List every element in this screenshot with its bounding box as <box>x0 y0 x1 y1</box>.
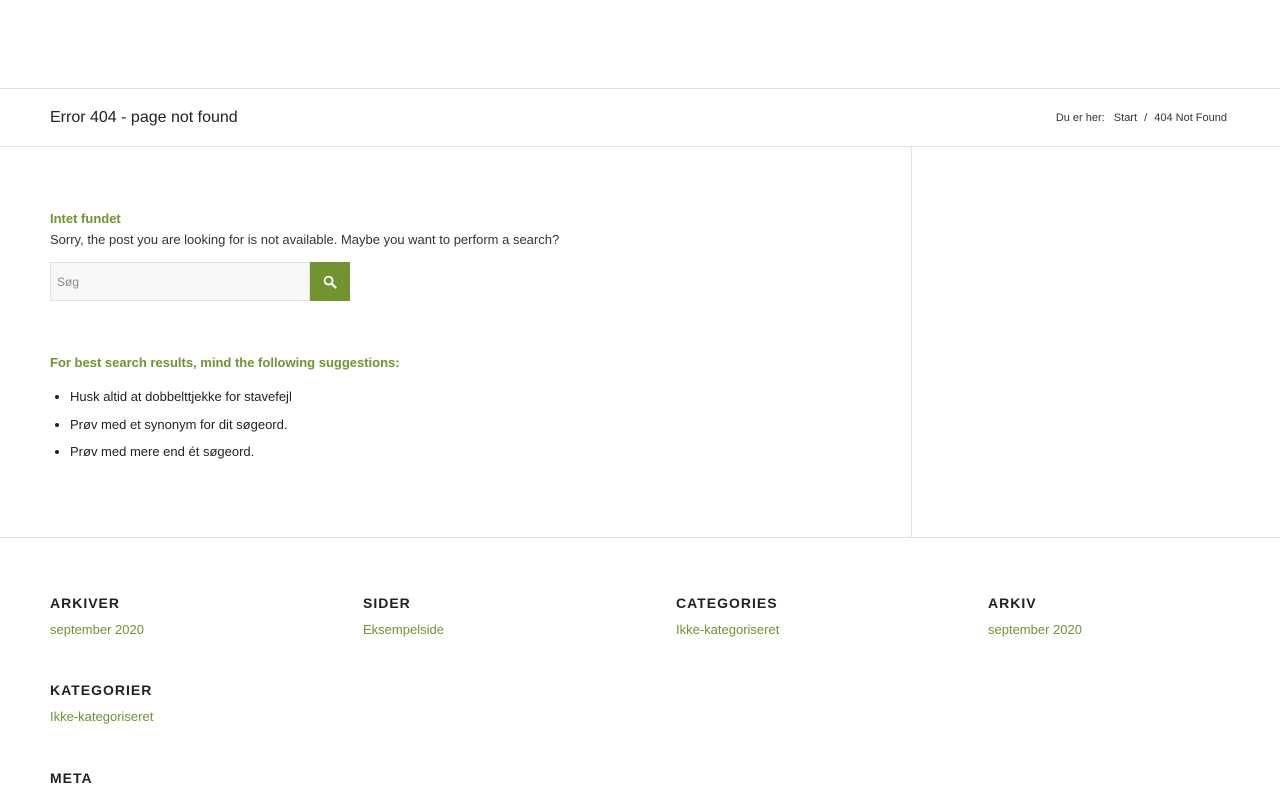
suggestions-list: Husk altid at dobbelttjekke for stavefej… <box>50 389 292 472</box>
widget-title-meta: META <box>50 770 93 786</box>
widget-title-kategorier: KATEGORIER <box>50 682 153 698</box>
site-header <box>0 0 1280 89</box>
suggestion-item: Prøv med et synonym for dit søgeord. <box>70 417 292 445</box>
sidebar-divider <box>911 147 912 537</box>
widget-title-sider: SIDER <box>363 595 411 611</box>
breadcrumb-current: 404 Not Found <box>1154 112 1227 124</box>
widget-link-arkiver[interactable]: september 2020 <box>50 622 144 638</box>
widget-link-sider[interactable]: Eksempelside <box>363 622 444 638</box>
widget-link-categories[interactable]: Ikke-kategoriseret <box>676 622 779 638</box>
widget-link-kategorier[interactable]: Ikke-kategoriseret <box>50 709 153 725</box>
not-found-text: Sorry, the post you are looking for is n… <box>50 232 560 247</box>
content-area: Intet fundet Sorry, the post you are loo… <box>0 147 1280 538</box>
suggestions-heading: For best search results, mind the follow… <box>50 355 400 370</box>
breadcrumb-prefix: Du er her: <box>1055 112 1105 124</box>
breadcrumb: Du er her: Start / 404 Not Found <box>1056 111 1227 125</box>
breadcrumb-separator: / <box>1144 112 1148 124</box>
footer: ARKIVER september 2020 SIDER Eksempelsid… <box>0 538 1280 800</box>
widget-title-arkiver: ARKIVER <box>50 595 121 611</box>
not-found-heading: Intet fundet <box>50 211 121 226</box>
search-input[interactable] <box>50 262 310 301</box>
page-title: Error 404 - page not found <box>50 109 238 126</box>
widget-title-arkiv: ARKIV <box>988 595 1037 611</box>
widget-title-categories: CATEGORIES <box>676 595 778 611</box>
widget-link-arkiv[interactable]: september 2020 <box>988 622 1082 638</box>
suggestion-item: Prøv med mere end ét søgeord. <box>70 444 292 472</box>
search-button[interactable] <box>310 262 350 301</box>
suggestion-item: Husk altid at dobbelttjekke for stavefej… <box>70 389 292 417</box>
breadcrumb-home-link[interactable]: Start <box>1114 112 1137 124</box>
title-bar: Error 404 - page not found Du er her: St… <box>0 89 1280 147</box>
search-icon <box>323 275 337 289</box>
search-form <box>50 262 350 301</box>
